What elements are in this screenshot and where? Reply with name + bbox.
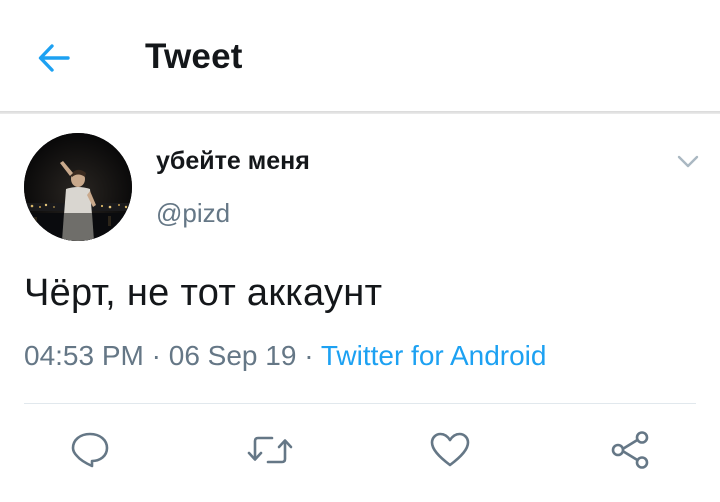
- header-divider: [0, 111, 720, 114]
- reply-button[interactable]: [64, 424, 116, 476]
- share-icon: [611, 431, 649, 469]
- arrow-left-icon: [38, 44, 70, 72]
- tweet-detail-screen: Tweet убейте меня @pizd Чёрт, не тот акк…: [0, 0, 720, 502]
- tweet-time: 04:53 PM: [24, 340, 144, 371]
- reply-icon: [71, 432, 109, 468]
- back-button[interactable]: [30, 36, 78, 80]
- like-button[interactable]: [424, 424, 476, 476]
- author-handle[interactable]: @pizd: [156, 198, 230, 229]
- tweet-menu-button[interactable]: [672, 148, 704, 176]
- share-button[interactable]: [604, 424, 656, 476]
- meta-separator: ·: [151, 340, 161, 371]
- app-header: Tweet: [0, 0, 720, 112]
- tweet-date: 06 Sep 19: [168, 340, 297, 371]
- retweet-button[interactable]: [244, 424, 296, 476]
- tweet-meta: 04:53 PM · 06 Sep 19 · Twitter for Andro…: [24, 340, 546, 372]
- tweet-source-link[interactable]: Twitter for Android: [321, 340, 547, 371]
- tweet-text: Чёрт, не тот аккаунт: [24, 272, 383, 314]
- meta-separator: ·: [304, 340, 314, 371]
- retweet-icon: [247, 436, 293, 464]
- avatar-photo: [24, 133, 132, 241]
- page-title: Tweet: [145, 37, 243, 76]
- heart-icon: [430, 432, 470, 467]
- actions-divider: [24, 403, 696, 404]
- chevron-down-icon: [677, 155, 699, 168]
- avatar[interactable]: [24, 133, 132, 241]
- author-display-name[interactable]: убейте меня: [156, 147, 310, 176]
